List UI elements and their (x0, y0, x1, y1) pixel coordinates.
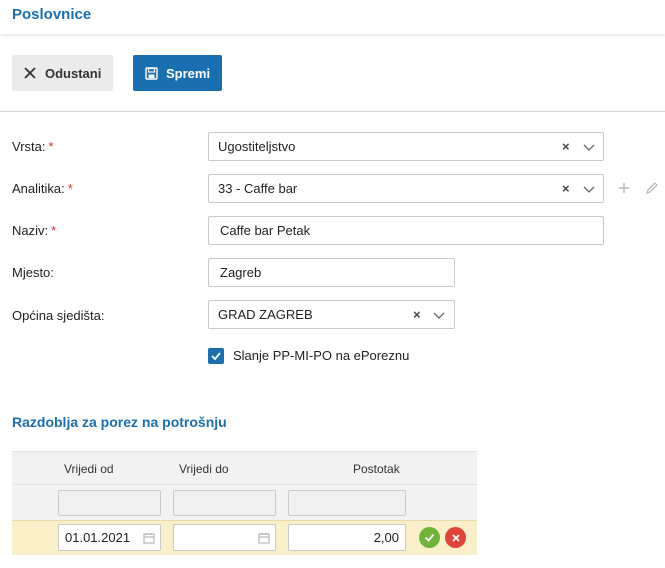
naziv-value: Caffe bar Petak (220, 223, 311, 238)
eporezna-checkbox-label[interactable]: Slanje PP-MI-PO na ePoreznu (233, 348, 409, 363)
required-mark: * (51, 223, 57, 238)
postotak-input[interactable]: 2,00 (288, 524, 406, 551)
vrsta-value: Ugostiteljstvo (218, 139, 296, 154)
column-header-postotak[interactable]: Postotak (353, 462, 400, 476)
mjesto-input[interactable]: Zagreb (208, 258, 455, 287)
save-button-label: Spremi (166, 65, 211, 81)
required-mark: * (67, 181, 73, 196)
cancel-row-button[interactable] (445, 527, 466, 548)
calendar-icon[interactable] (143, 532, 155, 544)
vrijedi-od-value: 01.01.2021 (65, 530, 131, 545)
naziv-label: Naziv: * (12, 223, 57, 238)
chevron-down-icon[interactable] (432, 308, 446, 322)
calendar-icon[interactable] (258, 532, 270, 544)
checkmark-icon (211, 352, 221, 361)
naziv-input[interactable]: Caffe bar Petak (208, 216, 604, 245)
page-title: Poslovnice (12, 6, 92, 23)
page-header: Poslovnice (0, 0, 665, 34)
vrsta-label: Vrsta: * (12, 139, 54, 154)
vrsta-select[interactable]: Ugostiteljstvo × (208, 132, 604, 161)
table-header: Vrijedi od Vrijedi do Postotak (12, 451, 477, 484)
mjesto-label: Mjesto: (12, 265, 54, 280)
cancel-button-label: Odustani (45, 65, 102, 81)
analitika-value: 33 - Caffe bar (218, 181, 298, 196)
column-header-vrijedi-od[interactable]: Vrijedi od (64, 462, 114, 476)
clear-icon[interactable]: × (562, 181, 570, 196)
required-mark: * (48, 139, 54, 154)
chevron-down-icon[interactable] (582, 182, 596, 196)
close-icon (22, 65, 38, 81)
close-icon (451, 533, 460, 542)
opcina-select[interactable]: GRAD ZAGREB × (208, 300, 455, 329)
save-button[interactable]: Spremi (133, 55, 222, 91)
mjesto-value: Zagreb (220, 265, 262, 280)
opcina-label: Općina sjedišta: (12, 308, 105, 323)
vrijedi-do-input[interactable] (173, 524, 276, 551)
vrijedi-od-input[interactable]: 01.01.2021 (58, 524, 161, 551)
filter-row (12, 484, 477, 520)
add-icon[interactable] (617, 181, 631, 195)
analitika-select[interactable]: 33 - Caffe bar × (208, 174, 604, 203)
checkmark-icon (424, 533, 435, 542)
filter-vrijedi-od[interactable] (58, 490, 161, 516)
column-header-vrijedi-do[interactable]: Vrijedi do (179, 462, 229, 476)
floppy-disk-icon (143, 65, 159, 81)
table-row: 01.01.2021 2,00 (12, 520, 477, 555)
cancel-button[interactable]: Odustani (12, 55, 113, 91)
section-title: Razdoblja za porez na potrošnju (12, 414, 227, 430)
clear-icon[interactable]: × (413, 307, 421, 322)
toolbar-divider (0, 111, 665, 112)
chevron-down-icon[interactable] (582, 140, 596, 154)
edit-pencil-icon[interactable] (645, 181, 659, 195)
confirm-row-button[interactable] (419, 527, 440, 548)
filter-vrijedi-do[interactable] (173, 490, 276, 516)
opcina-value: GRAD ZAGREB (218, 307, 313, 322)
eporezna-checkbox[interactable] (208, 348, 224, 364)
filter-postotak[interactable] (288, 490, 406, 516)
postotak-value: 2,00 (373, 530, 399, 545)
analitika-label: Analitika: * (12, 181, 73, 196)
periods-table: Vrijedi od Vrijedi do Postotak 01.01.202… (12, 451, 477, 555)
clear-icon[interactable]: × (562, 139, 570, 154)
